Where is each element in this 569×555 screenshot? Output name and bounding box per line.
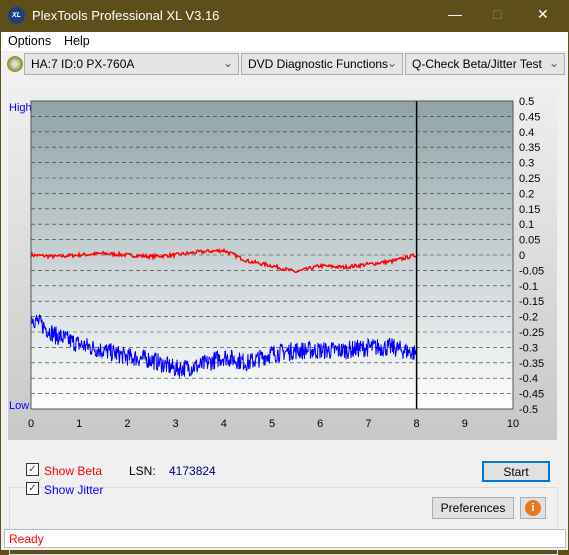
x-tick-label: 10 bbox=[507, 418, 519, 430]
y-tick-label: 0 bbox=[519, 250, 525, 262]
y-tick-label: -0.3 bbox=[519, 342, 538, 354]
y-tick-label: 0.4 bbox=[519, 127, 534, 139]
low-label: Low bbox=[9, 400, 29, 412]
y-tick-label: -0.05 bbox=[519, 265, 544, 277]
y-tick-label: -0.4 bbox=[519, 373, 538, 385]
x-tick-label: 9 bbox=[462, 418, 468, 430]
x-tick-label: 1 bbox=[76, 418, 82, 430]
y-tick-label: 0.3 bbox=[519, 158, 534, 170]
high-label: High bbox=[9, 102, 32, 114]
x-tick-label: 3 bbox=[173, 418, 179, 430]
x-tick-label: 0 bbox=[28, 418, 34, 430]
y-tick-label: 0.2 bbox=[519, 188, 534, 200]
y-tick-label: 0.1 bbox=[519, 219, 534, 231]
y-tick-label: -0.15 bbox=[519, 296, 544, 308]
x-tick-label: 8 bbox=[414, 418, 420, 430]
x-tick-label: 2 bbox=[124, 418, 130, 430]
x-tick-label: 5 bbox=[269, 418, 275, 430]
x-tick-label: 7 bbox=[365, 418, 371, 430]
y-tick-label: -0.45 bbox=[519, 389, 544, 401]
y-tick-label: 0.45 bbox=[519, 111, 540, 123]
y-tick-label: -0.5 bbox=[519, 404, 538, 416]
y-tick-label: -0.2 bbox=[519, 312, 538, 324]
x-tick-label: 6 bbox=[317, 418, 323, 430]
y-tick-label: -0.25 bbox=[519, 327, 544, 339]
y-tick-label: 0.15 bbox=[519, 204, 540, 216]
y-tick-label: -0.35 bbox=[519, 358, 544, 370]
y-tick-label: 0.05 bbox=[519, 235, 540, 247]
y-tick-label: 0.35 bbox=[519, 142, 540, 154]
y-tick-label: 0.5 bbox=[519, 96, 534, 108]
x-tick-label: 4 bbox=[221, 418, 227, 430]
y-tick-label: -0.1 bbox=[519, 281, 538, 293]
beta-jitter-chart: 0.5 0.45 0.4 0.35 0.3 0.25 0.2 0.15 0.1 0.05 0 -0.0… bbox=[9, 96, 544, 430]
y-tick-label: 0.25 bbox=[519, 173, 540, 185]
